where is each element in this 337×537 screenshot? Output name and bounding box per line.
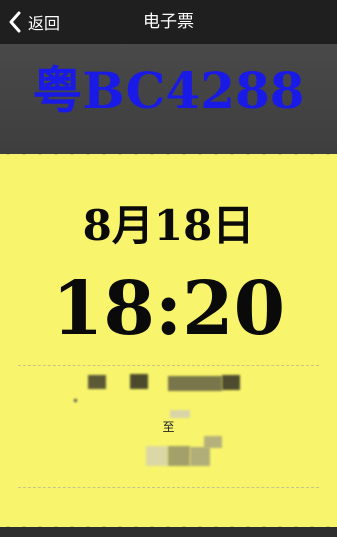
plate-header: 粤BC4288: [0, 44, 337, 154]
page-title: 电子票: [143, 12, 194, 32]
license-plate: 粤BC4288: [32, 61, 305, 120]
bottom-strip: [0, 527, 337, 537]
ticket-edge-top: [0, 148, 337, 160]
nav-bar: 返回 电子票: [0, 0, 337, 44]
ticket-card: 8月18日 18:20 至: [0, 148, 337, 533]
divider-bottom: [18, 487, 319, 488]
to-label: 至: [162, 420, 175, 434]
ticket-date: 8月18日: [82, 201, 255, 250]
ticket-time: 18:20: [51, 266, 286, 352]
divider-top: [18, 365, 319, 366]
